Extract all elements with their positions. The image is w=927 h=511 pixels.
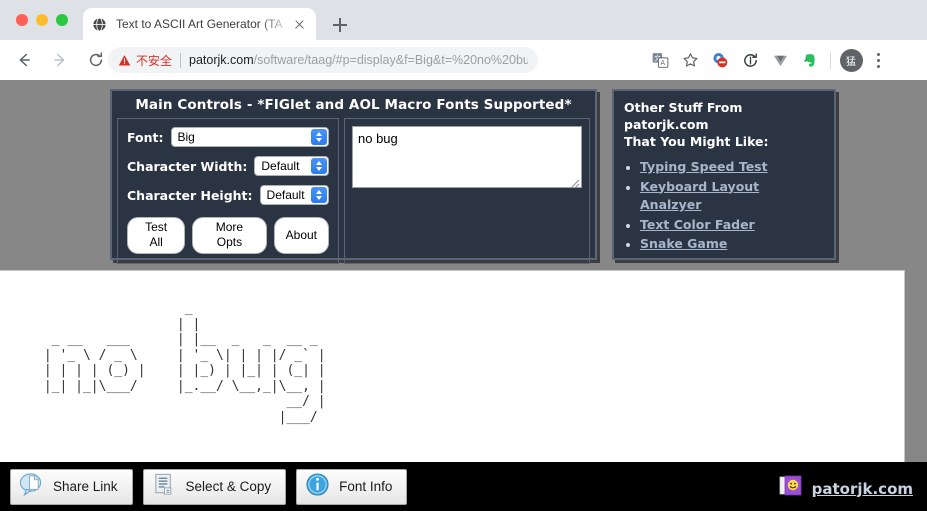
list-item: Keyboard Layout Analzyer [640, 178, 824, 215]
share-link-label: Share Link [53, 479, 118, 494]
avatar-initial: 猛 [839, 48, 863, 72]
character-height-label: Character Height: [127, 187, 253, 203]
browser-extension-icons: 文 A 猛 [645, 46, 890, 74]
url-path: /software/taag/#p=display&f=Big&t=%20no%… [253, 53, 528, 67]
character-width-field-row: Character Width: Default [127, 156, 329, 176]
controls-left-column: Font: Big Character Width: Default Chara… [117, 118, 339, 264]
list-item: My Photography Site [640, 255, 824, 259]
adblock-icon[interactable] [705, 46, 735, 74]
other-stuff-link-list: Typing Speed Test Keyboard Layout Analzy… [640, 158, 824, 259]
character-width-select[interactable]: Default [254, 156, 329, 176]
font-info-button[interactable]: Font Info [296, 468, 408, 505]
brand-label: patorjk.com [811, 479, 913, 498]
refresh-sync-icon[interactable] [735, 46, 765, 74]
font-select[interactable]: Big [170, 127, 329, 147]
text-input[interactable]: no bug [352, 126, 582, 188]
new-tab-button[interactable] [328, 13, 352, 37]
other-stuff-heading: Other Stuff From patorjk.com That You Mi… [624, 99, 824, 150]
main-controls-panel: Main Controls - *FIGlet and AOL Macro Fo… [110, 89, 597, 264]
address-bar[interactable]: 不安全 patorjk.com/software/taag/#p=display… [108, 47, 538, 73]
character-width-label: Character Width: [127, 158, 248, 174]
list-item: Snake Game [640, 235, 824, 254]
chevron-updown-icon[interactable] [311, 158, 327, 174]
controls-right-column: no bug [344, 118, 590, 264]
warning-triangle-icon [118, 54, 131, 67]
font-info-label: Font Info [339, 479, 393, 494]
other-stuff-heading-line1: Other Stuff From patorjk.com [624, 100, 743, 132]
url-host: patorjk.com [189, 53, 254, 67]
link-snake-game[interactable]: Snake Game [640, 236, 727, 251]
browser-tab[interactable]: Text to ASCII Art Generator (TA [83, 8, 316, 40]
character-height-select[interactable]: Default [259, 185, 329, 205]
page-title: Main Controls - *FIGlet and AOL Macro Fo… [135, 97, 572, 113]
browser-tab-strip: Text to ASCII Art Generator (TA [0, 0, 927, 40]
reload-icon[interactable] [82, 46, 110, 74]
window-traffic-lights [16, 14, 68, 26]
font-label: Font: [127, 129, 164, 145]
forward-arrow-icon[interactable] [46, 46, 74, 74]
font-field-row: Font: Big [127, 127, 329, 147]
character-height-field-row: Character Height: Default [127, 185, 329, 205]
ascii-art-output: _ | | _ __ ___ | |__ _ _ __ _ | '_ \ / _… [43, 301, 326, 425]
maximize-window-button[interactable] [56, 14, 68, 26]
link-typing-speed-test[interactable]: Typing Speed Test [640, 159, 768, 174]
svg-text:A: A [660, 59, 665, 67]
patorjk-logo-icon [778, 473, 804, 504]
globe-icon [91, 16, 107, 32]
test-all-button[interactable]: Test All [127, 217, 186, 254]
avatar[interactable]: 猛 [836, 46, 866, 74]
controls-button-row: Test All More Opts About [127, 217, 329, 254]
list-item: Typing Speed Test [640, 158, 824, 177]
toolbar-divider [830, 51, 831, 69]
info-icon [305, 472, 330, 502]
security-status-text: 不安全 [136, 53, 173, 68]
share-link-icon [19, 472, 44, 502]
about-button[interactable]: About [273, 217, 329, 254]
character-width-value: Default [261, 159, 300, 173]
bookmark-star-icon[interactable] [675, 46, 705, 74]
omnibox-divider [180, 52, 182, 68]
bottom-action-bar: Share Link Select & Copy Font Info pator… [0, 462, 927, 511]
url-text: patorjk.com/software/taag/#p=display&f=B… [189, 53, 528, 67]
list-item: Text Color Fader [640, 216, 824, 235]
chevron-updown-icon[interactable] [311, 129, 327, 145]
document-copy-icon [152, 472, 177, 502]
page-content: Main Controls - *FIGlet and AOL Macro Fo… [0, 80, 927, 511]
kebab-menu-icon[interactable] [866, 48, 890, 72]
tab-title: Text to ASCII Art Generator (TA [116, 17, 283, 31]
back-arrow-icon[interactable] [10, 46, 38, 74]
other-stuff-heading-line2: That You Might Like: [624, 134, 769, 149]
share-link-button[interactable]: Share Link [10, 468, 133, 505]
browser-window: Text to ASCII Art Generator (TA 不安全 pato… [0, 0, 927, 511]
minimize-window-button[interactable] [36, 14, 48, 26]
close-window-button[interactable] [16, 14, 28, 26]
other-stuff-panel: Other Stuff From patorjk.com That You Mi… [612, 89, 836, 260]
vue-devtools-icon[interactable] [765, 46, 795, 74]
select-copy-label: Select & Copy [185, 479, 272, 494]
character-height-value: Default [266, 188, 305, 202]
link-my-photography-site[interactable]: My Photography Site [640, 256, 788, 259]
evernote-icon[interactable] [795, 46, 825, 74]
more-opts-button[interactable]: More Opts [192, 217, 267, 254]
link-text-color-fader[interactable]: Text Color Fader [640, 217, 755, 232]
chevron-updown-icon[interactable] [311, 187, 327, 203]
close-icon[interactable] [291, 16, 308, 33]
link-keyboard-layout-analzyer[interactable]: Keyboard Layout Analzyer [640, 179, 759, 213]
patorjk-brand-link[interactable]: patorjk.com [778, 473, 913, 504]
select-copy-button[interactable]: Select & Copy [142, 468, 287, 505]
translate-icon[interactable]: 文 A [645, 46, 675, 74]
font-select-value: Big [177, 130, 195, 144]
